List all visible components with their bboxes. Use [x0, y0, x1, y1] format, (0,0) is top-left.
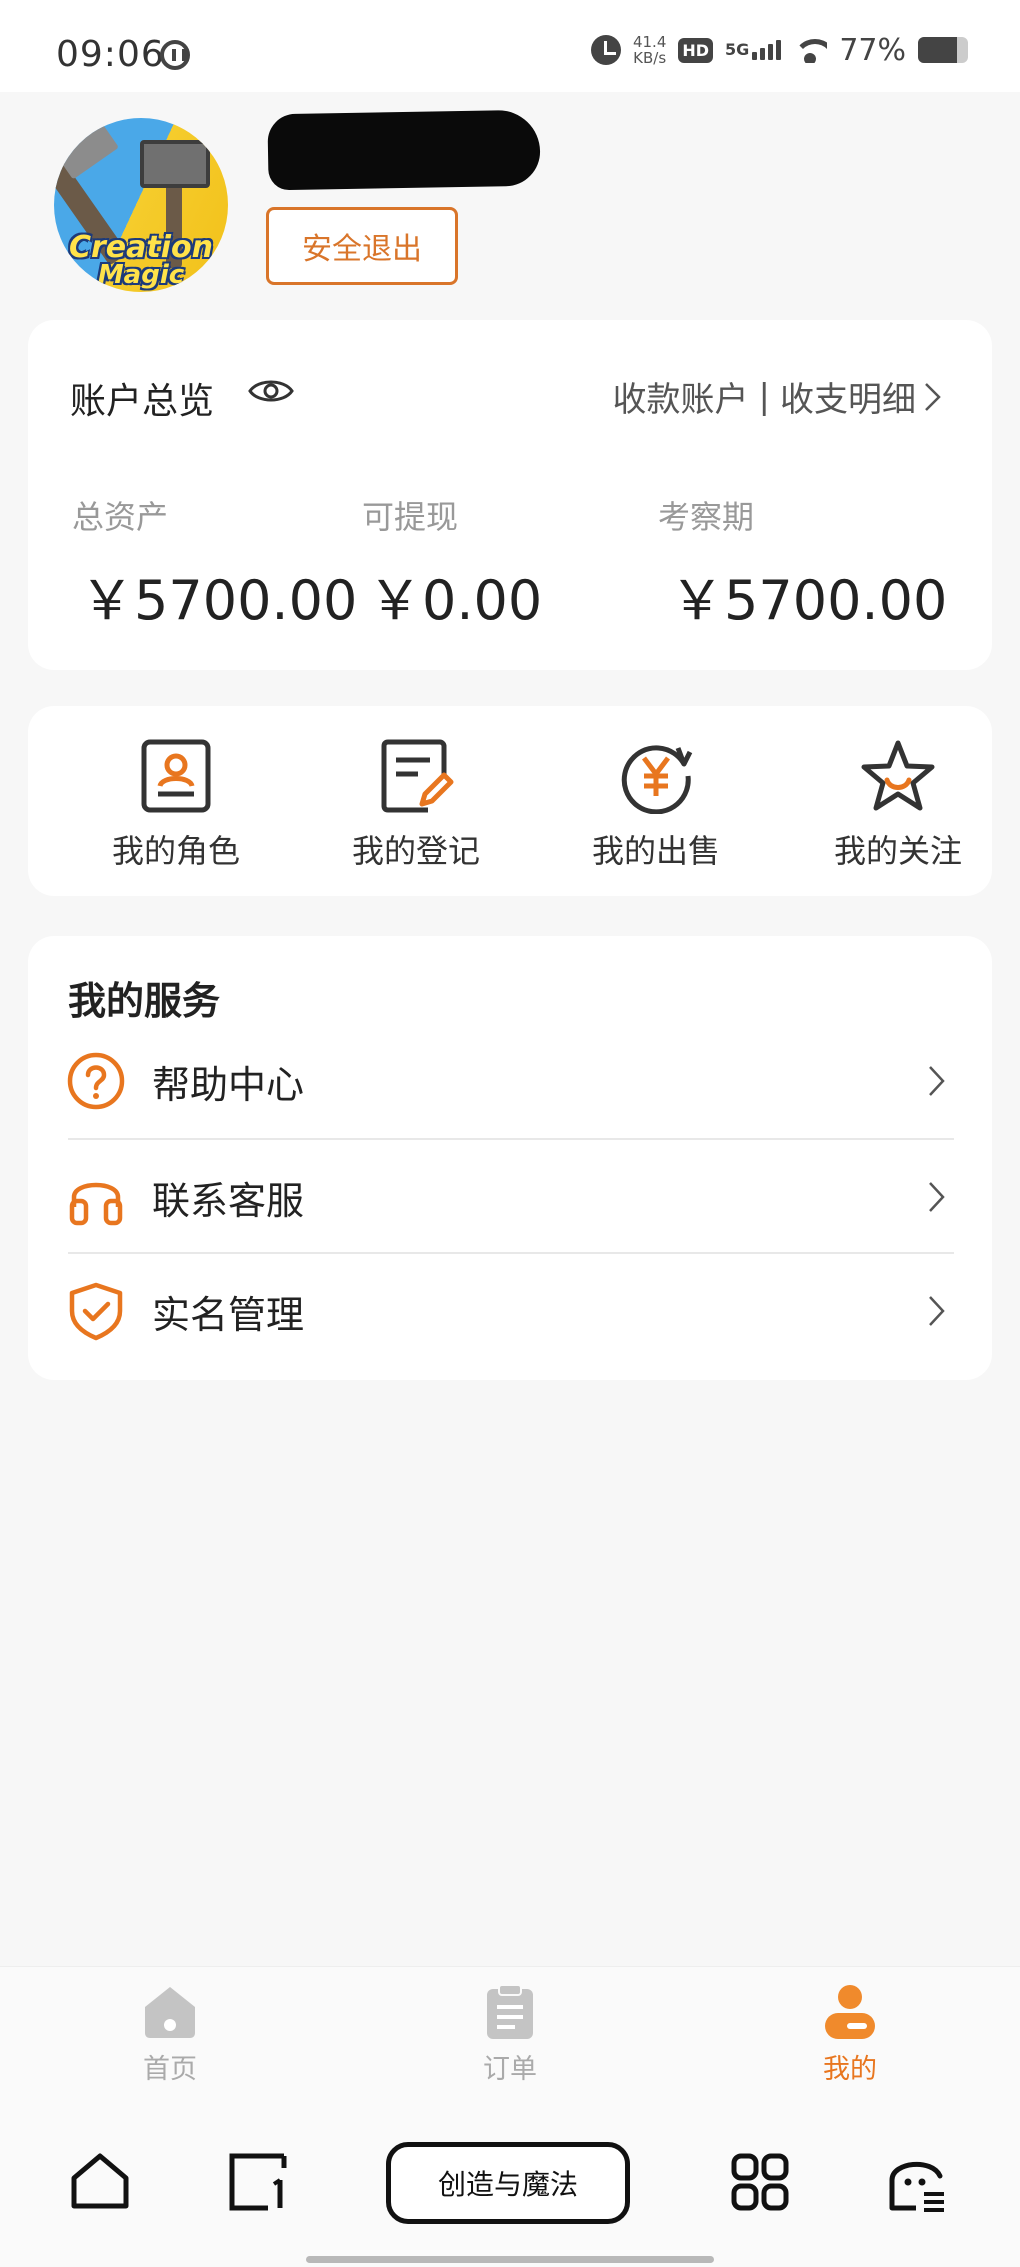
service-help-center[interactable]: 帮助中心: [66, 1024, 954, 1138]
review-period-value: ￥5700.00: [670, 569, 948, 632]
app-switcher-button[interactable]: 创造与魔法: [386, 2142, 630, 2224]
star-icon: [861, 740, 935, 811]
status-time: 09:06: [56, 34, 165, 75]
account-overview-card: 账户总览 收款账户 | 收支明细 总资产 ￥5700.00 可提现 ￥0.00 …: [28, 320, 992, 670]
cellular-signal-icon: 5G: [725, 40, 782, 60]
status-bar: 09:06 41.4 KB/s HD 5G 77%: [0, 0, 1020, 92]
shield-check-icon: [69, 1282, 123, 1341]
link-separator: |: [758, 376, 770, 417]
home-indicator[interactable]: [306, 2256, 714, 2263]
quick-action-label: 我的角色: [111, 832, 240, 870]
quick-action-my-sales[interactable]: 我的出售: [556, 738, 756, 872]
signal-type-label: 5G: [725, 40, 750, 59]
tab-orders[interactable]: 订单: [430, 1983, 590, 2086]
battery-icon: [918, 37, 968, 63]
quick-action-label: 我的登记: [351, 832, 480, 870]
tab-label: 首页: [143, 2054, 197, 2085]
withdrawable-label: 可提现: [362, 498, 459, 536]
chevron-right-icon: [929, 1182, 945, 1212]
system-assistant-icon[interactable]: [886, 2150, 948, 2212]
hd-badge: HD: [678, 37, 714, 63]
quick-action-label: 我的出售: [591, 832, 720, 870]
service-contact-support[interactable]: 联系客服: [66, 1140, 954, 1254]
avatar-logo-line2: Magic: [97, 260, 185, 290]
logout-button[interactable]: 安全退出: [266, 207, 458, 285]
services-title: 我的服务: [68, 979, 221, 1023]
network-speed-unit: KB/s: [633, 49, 667, 67]
quick-action-label: 我的关注: [833, 832, 962, 870]
review-period-label: 考察期: [658, 498, 755, 536]
tab-label: 我的: [823, 2054, 877, 2085]
network-speed: 41.4 KB/s: [633, 34, 666, 66]
system-navigation-bar: 创造与魔法: [0, 2096, 1020, 2267]
total-assets-value: ￥5700.00: [80, 569, 358, 632]
review-period: 考察期 ￥5700.00: [658, 492, 947, 635]
bottom-tab-bar: 首页 订单 我的: [0, 1966, 1020, 2096]
total-assets: 总资产 ￥5700.00: [72, 492, 357, 635]
profile-icon: [825, 1985, 875, 2039]
chevron-right-icon: [929, 1066, 945, 1096]
battery-percent: 77%: [839, 32, 906, 68]
system-home-icon[interactable]: [70, 2152, 130, 2212]
quick-action-my-follows[interactable]: 我的关注: [798, 738, 998, 872]
notification-status-icon: [160, 40, 190, 70]
tab-label: 订单: [483, 2054, 537, 2085]
service-label: 实名管理: [152, 1292, 305, 1337]
tab-mine[interactable]: 我的: [770, 1983, 930, 2086]
receive-account-link[interactable]: 收款账户: [613, 372, 749, 421]
services-card: 我的服务 帮助中心 联系客服 实名管理: [28, 936, 992, 1380]
service-label: 帮助中心: [152, 1062, 305, 1107]
quick-action-my-registrations[interactable]: 我的登记: [316, 738, 516, 872]
status-indicators: 41.4 KB/s HD 5G 77%: [590, 30, 968, 70]
orders-icon: [487, 1984, 533, 2039]
service-label: 联系客服: [152, 1178, 305, 1223]
system-apps-grid-icon[interactable]: [730, 2152, 790, 2212]
tab-home[interactable]: 首页: [90, 1983, 250, 2086]
alarm-icon: [590, 35, 621, 65]
home-icon: [145, 1987, 195, 2038]
username-redacted: [267, 109, 541, 191]
register-edit-icon: [381, 739, 454, 813]
avatar[interactable]: Creation Magic: [54, 118, 228, 292]
headset-icon: [69, 1182, 123, 1226]
account-overview-title: 账户总览: [70, 381, 215, 422]
withdrawable: 可提现 ￥0.00: [362, 492, 542, 635]
chevron-right-icon: [929, 1296, 945, 1326]
role-card-icon: [141, 739, 211, 813]
network-speed-value: 41.4: [632, 33, 667, 51]
help-icon: [67, 1052, 125, 1110]
transaction-details-link[interactable]: 收支明细: [780, 372, 916, 421]
quick-actions-card: 我的角色 我的登记 我的出售 我的关注: [28, 706, 992, 896]
account-links: 收款账户 | 收支明细: [613, 372, 944, 421]
system-recents-icon[interactable]: [228, 2152, 288, 2212]
quick-action-my-roles[interactable]: 我的角色: [76, 738, 276, 872]
withdrawable-value: ￥0.00: [368, 569, 543, 632]
service-realname-management[interactable]: 实名管理: [66, 1254, 954, 1368]
battery-level-fill: [918, 37, 957, 63]
chevron-right-icon[interactable]: [922, 381, 944, 413]
total-assets-label: 总资产: [72, 498, 169, 536]
eye-icon[interactable]: [248, 376, 294, 406]
wifi-icon: [793, 37, 828, 63]
yen-sale-icon: [621, 745, 693, 814]
